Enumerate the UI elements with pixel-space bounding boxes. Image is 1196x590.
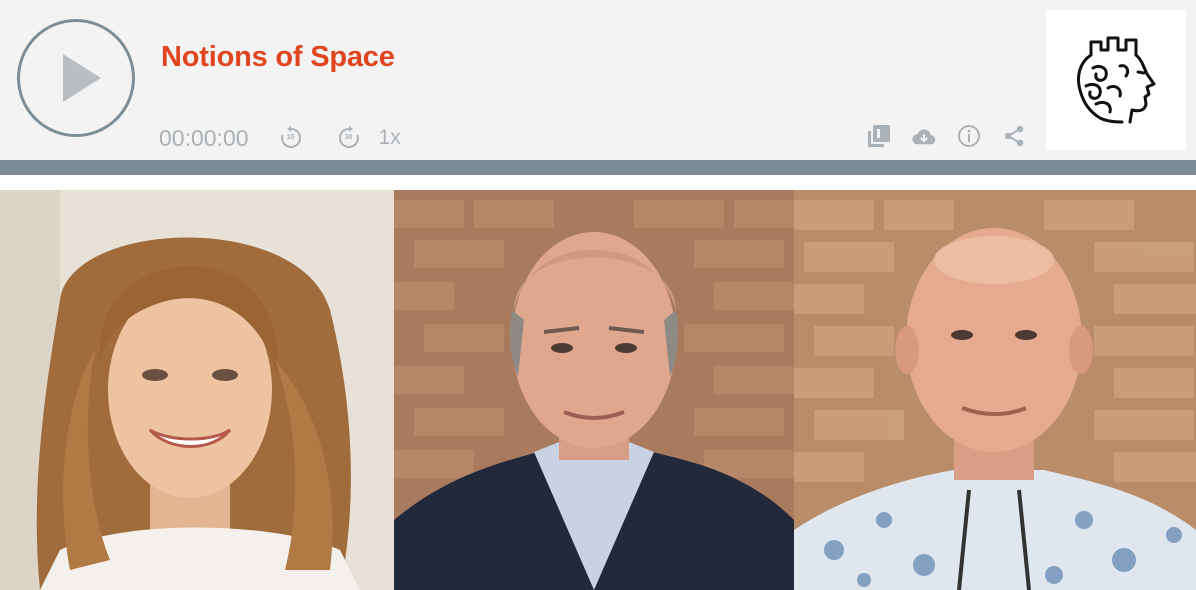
speaker-photos: [0, 190, 1196, 590]
share-button[interactable]: [1002, 124, 1026, 148]
divider-bar: [0, 160, 1196, 175]
episode-title: Notions of Space: [161, 41, 395, 73]
audio-player: Notions of Space 00:00:00 10 30 1x: [0, 0, 1196, 160]
logo: [1046, 10, 1186, 150]
greek-head-logo: [1076, 36, 1156, 124]
info-icon: [958, 125, 980, 147]
skip-forward-button[interactable]: 30: [337, 126, 361, 150]
playlist-icon: [868, 125, 890, 147]
play-button[interactable]: [17, 19, 135, 137]
playlist-button[interactable]: [867, 124, 891, 148]
share-icon: [1004, 125, 1024, 147]
portrait-woman: [0, 190, 394, 590]
play-icon: [63, 54, 101, 102]
download-icon: [912, 129, 936, 145]
elapsed-time: 00:00:00: [159, 124, 249, 151]
playback-speed-button[interactable]: 1x: [379, 126, 401, 150]
skip-back-button[interactable]: 10: [279, 126, 303, 150]
skip-forward-seconds: 30: [344, 134, 353, 141]
portrait-man-floral-shirt: [794, 190, 1196, 590]
playback-controls: 00:00:00 10 30 1x: [159, 120, 401, 156]
download-button[interactable]: [912, 124, 936, 148]
info-button[interactable]: [957, 124, 981, 148]
player-actions: [867, 124, 1047, 148]
portrait-man-dark-jacket: [394, 190, 794, 590]
skip-back-seconds: 10: [286, 134, 295, 141]
